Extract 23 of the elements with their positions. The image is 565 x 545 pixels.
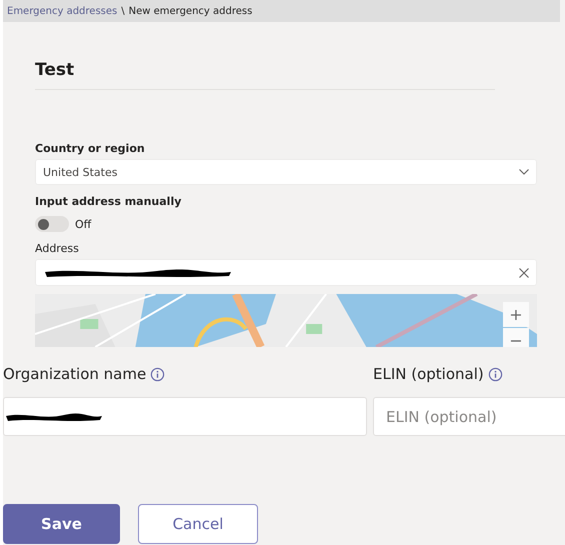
breadcrumb-link[interactable]: Emergency addresses bbox=[7, 6, 118, 16]
chevron-down-icon bbox=[519, 169, 529, 175]
breadcrumb-text: \ bbox=[121, 6, 125, 16]
field-label: Organization name bbox=[3, 365, 146, 383]
zoom-out-button[interactable]: − bbox=[503, 328, 529, 347]
toggle-switch[interactable] bbox=[35, 216, 69, 232]
save-button[interactable]: Save bbox=[3, 504, 120, 544]
cancel-button[interactable]: Cancel bbox=[138, 504, 258, 544]
field-label: Input address manually bbox=[35, 195, 182, 208]
field-label: Country or region bbox=[35, 142, 146, 155]
close-icon[interactable] bbox=[519, 268, 529, 278]
breadcrumb-text: New emergency address bbox=[128, 6, 252, 16]
country-dropdown[interactable]: United States bbox=[35, 159, 537, 185]
field-label: Address bbox=[35, 242, 80, 255]
info-icon[interactable] bbox=[150, 366, 166, 382]
info-icon[interactable] bbox=[488, 366, 503, 382]
field-label: ELIN (optional) bbox=[373, 365, 484, 383]
address-field[interactable] bbox=[35, 259, 537, 286]
page-title: Test bbox=[35, 60, 495, 90]
elin-field[interactable]: ELIN (optional) bbox=[373, 397, 565, 436]
zoom-in-button[interactable]: + bbox=[503, 302, 529, 327]
organization-field[interactable] bbox=[3, 397, 367, 436]
toggle-state: Off bbox=[75, 218, 92, 230]
